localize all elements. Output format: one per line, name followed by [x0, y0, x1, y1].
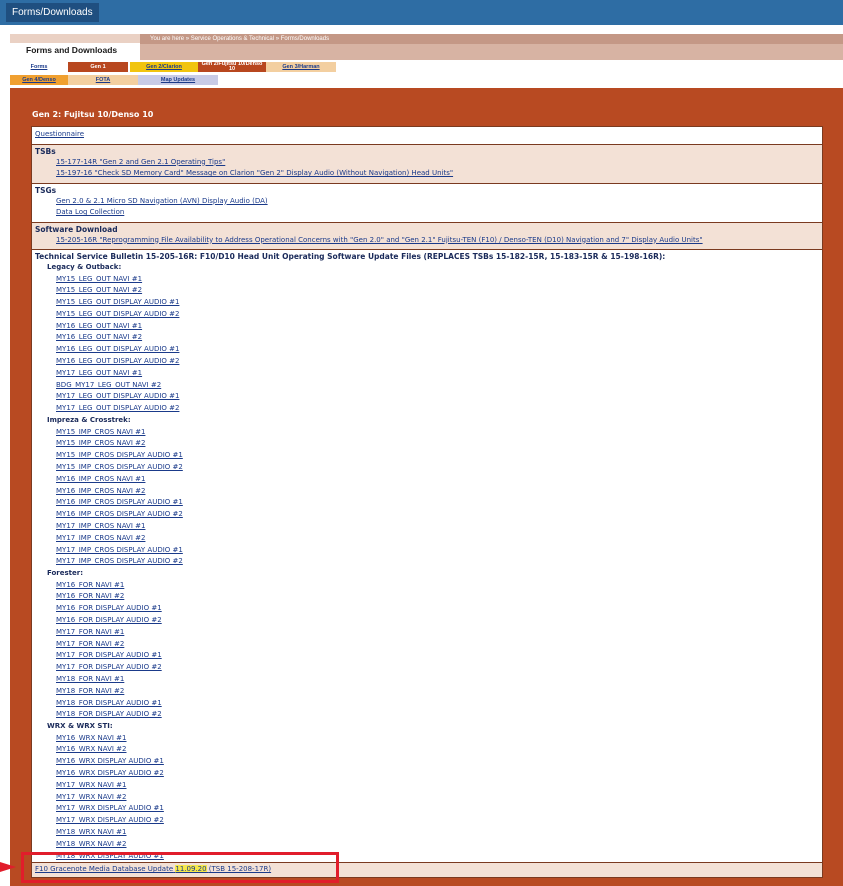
tab-row-2: Gen 4/Denso FOTA Map Updates [10, 75, 240, 85]
tab-1[interactable]: Gen 1 [68, 62, 128, 72]
questionnaire-section: Questionnaire [32, 127, 822, 145]
update-file-link[interactable]: MY17_WRX DISPLAY AUDIO #2 [35, 815, 819, 827]
tsb-link[interactable]: 15-197-16 "Check SD Memory Card" Message… [35, 168, 819, 180]
tab-row2-1[interactable]: FOTA [68, 75, 138, 85]
arrow-icon [0, 862, 16, 872]
update-file-link[interactable]: BDG_MY17_LEG_OUT NAVI #2 [35, 380, 819, 392]
tsb-link[interactable]: 15-177-14R "Gen 2 and Gen 2.1 Operating … [35, 157, 819, 169]
tab-row2-2[interactable]: Map Updates [138, 75, 218, 85]
tab-0[interactable]: Forms [10, 62, 68, 72]
update-file-link[interactable]: MY16_WRX DISPLAY AUDIO #1 [35, 756, 819, 768]
update-file-link[interactable]: MY15_LEG_OUT DISPLAY AUDIO #2 [35, 309, 819, 321]
group-heading: Legacy & Outback: [47, 263, 122, 271]
tsg-link[interactable]: Gen 2.0 & 2.1 Micro SD Navigation (AVN) … [35, 196, 819, 208]
update-file-link[interactable]: MY15_LEG_OUT NAVI #1 [35, 274, 819, 286]
update-file-link[interactable]: MY16_IMP_CROS DISPLAY AUDIO #1 [35, 497, 819, 509]
highlight-box [21, 852, 339, 883]
bulletin-heading: Technical Service Bulletin 15-205-16R: F… [35, 252, 666, 261]
tab-row-1: Forms Gen 1 Gen 2/Clarion Gen 2/Fujitsu 10/… [10, 61, 370, 72]
tab-4[interactable]: Gen 3/Harman [266, 62, 336, 72]
update-file-link[interactable]: MY17_FOR DISPLAY AUDIO #1 [35, 650, 819, 662]
update-file-link[interactable]: MY17_FOR NAVI #2 [35, 639, 819, 651]
update-file-link[interactable]: MY17_LEG_OUT DISPLAY AUDIO #1 [35, 391, 819, 403]
software-heading: Software Download [35, 224, 118, 234]
software-section: Software Download 15-205-16R "Reprogramm… [32, 222, 822, 250]
software-link[interactable]: 15-205-16R "Reprogramming File Availabil… [35, 235, 819, 247]
update-file-link[interactable]: MY17_WRX NAVI #2 [35, 792, 819, 804]
update-file-link[interactable]: MY18_FOR DISPLAY AUDIO #2 [35, 709, 819, 721]
bulletin-section: Technical Service Bulletin 15-205-16R: F… [32, 250, 822, 865]
breadcrumb: You are here » Service Operations & Tech… [130, 34, 843, 44]
banner-fill [130, 44, 843, 60]
update-file-link[interactable]: MY15_IMP_CROS DISPLAY AUDIO #2 [35, 462, 819, 474]
update-file-link[interactable]: MY16_IMP_CROS NAVI #2 [35, 486, 819, 498]
banner-title-box: Forms and Downloads [10, 34, 140, 60]
update-file-link[interactable]: MY17_LEG_OUT DISPLAY AUDIO #2 [35, 403, 819, 415]
tsgs-section: TSGs Gen 2.0 & 2.1 Micro SD Navigation (… [32, 184, 822, 223]
group-heading: Impreza & Crosstrek: [47, 416, 131, 425]
update-file-link[interactable]: MY18_WRX NAVI #2 [35, 839, 819, 851]
update-file-link[interactable]: MY18_WRX NAVI #1 [35, 827, 819, 839]
update-file-link[interactable]: MY16_LEG_OUT NAVI #1 [35, 321, 819, 333]
forms-downloads-tab[interactable]: Forms/Downloads [6, 3, 99, 22]
update-file-link[interactable]: MY16_FOR NAVI #1 [35, 580, 819, 592]
update-file-link[interactable]: MY16_FOR NAVI #2 [35, 591, 819, 603]
update-file-link[interactable]: MY16_WRX NAVI #2 [35, 744, 819, 756]
update-file-link[interactable]: MY18_FOR NAVI #1 [35, 674, 819, 686]
update-file-link[interactable]: MY17_WRX DISPLAY AUDIO #1 [35, 803, 819, 815]
tsgs-heading: TSGs [35, 185, 57, 195]
questionnaire-link[interactable]: Questionnaire [35, 129, 819, 141]
update-file-link[interactable]: MY17_FOR NAVI #1 [35, 627, 819, 639]
update-file-link[interactable]: MY18_FOR DISPLAY AUDIO #1 [35, 698, 819, 710]
group-heading: WRX & WRX STI: [47, 722, 113, 731]
update-file-link[interactable]: MY16_IMP_CROS DISPLAY AUDIO #2 [35, 509, 819, 521]
update-file-link[interactable]: MY16_LEG_OUT DISPLAY AUDIO #2 [35, 356, 819, 368]
update-file-link[interactable]: MY17_LEG_OUT NAVI #1 [35, 368, 819, 380]
top-nav-bar: Forms/Downloads [0, 0, 843, 25]
tsg-link[interactable]: Data Log Collection [35, 207, 819, 219]
update-file-link[interactable]: MY16_WRX NAVI #1 [35, 733, 819, 745]
update-file-link[interactable]: MY17_WRX NAVI #1 [35, 780, 819, 792]
bulletin-groups: Legacy & Outback: MY15_LEG_OUT NAVI #1 MY1… [35, 262, 819, 862]
tab-row2-0[interactable]: Gen 4/Denso [10, 75, 68, 85]
update-file-link[interactable]: MY16_IMP_CROS NAVI #1 [35, 474, 819, 486]
update-file-link[interactable]: MY16_FOR DISPLAY AUDIO #2 [35, 615, 819, 627]
update-file-link[interactable]: MY17_IMP_CROS NAVI #1 [35, 521, 819, 533]
tab-2[interactable]: Gen 2/Clarion [130, 62, 198, 72]
update-file-link[interactable]: MY15_IMP_CROS NAVI #2 [35, 438, 819, 450]
tab-3[interactable]: Gen 2/Fujitsu 10/Denso 10 [198, 61, 266, 72]
update-file-link[interactable]: MY17_IMP_CROS NAVI #2 [35, 533, 819, 545]
update-file-link[interactable]: MY16_LEG_OUT NAVI #2 [35, 332, 819, 344]
update-file-link[interactable]: MY15_LEG_OUT NAVI #2 [35, 285, 819, 297]
tsbs-heading: TSBs [35, 146, 56, 156]
update-file-link[interactable]: MY15_LEG_OUT DISPLAY AUDIO #1 [35, 297, 819, 309]
update-file-link[interactable]: MY15_IMP_CROS DISPLAY AUDIO #1 [35, 450, 819, 462]
update-file-link[interactable]: MY17_IMP_CROS DISPLAY AUDIO #1 [35, 545, 819, 557]
content-box: Questionnaire TSBs 15-177-14R "Gen 2 and… [31, 126, 823, 867]
update-file-link[interactable]: MY16_LEG_OUT DISPLAY AUDIO #1 [35, 344, 819, 356]
page-banner-title: Forms and Downloads [26, 45, 118, 55]
update-file-link[interactable]: MY18_FOR NAVI #2 [35, 686, 819, 698]
update-file-link[interactable]: MY16_WRX DISPLAY AUDIO #2 [35, 768, 819, 780]
section-title: Gen 2: Fujitsu 10/Denso 10 [32, 110, 154, 119]
group-heading: Forester: [47, 569, 84, 578]
update-file-link[interactable]: MY17_IMP_CROS DISPLAY AUDIO #2 [35, 556, 819, 568]
tsbs-section: TSBs 15-177-14R "Gen 2 and Gen 2.1 Opera… [32, 144, 822, 184]
update-file-link[interactable]: MY15_IMP_CROS NAVI #1 [35, 427, 819, 439]
update-file-link[interactable]: MY16_FOR DISPLAY AUDIO #1 [35, 603, 819, 615]
update-file-link[interactable]: MY17_FOR DISPLAY AUDIO #2 [35, 662, 819, 674]
